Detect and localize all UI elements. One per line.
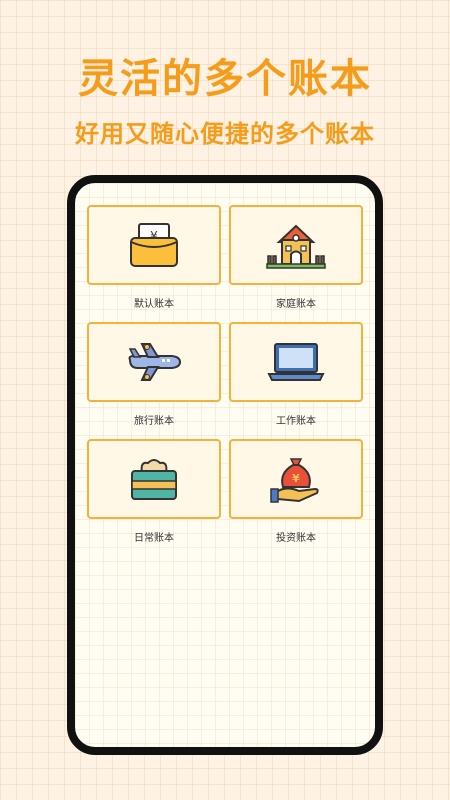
- phone-frame: ¥ 默认账本 家庭账本 旅行账本 工作账本 日常账本 ¥ 投资账本: [67, 175, 383, 755]
- ledger-investment[interactable]: ¥ 投资账本: [229, 439, 363, 556]
- ledger-daily[interactable]: 日常账本: [87, 439, 221, 556]
- ledger-label: 日常账本: [134, 533, 174, 544]
- tissue-box-icon: [131, 459, 177, 500]
- subline: 好用又随心便捷的多个账本: [75, 120, 375, 148]
- ledger-label: 默认账本: [134, 299, 174, 310]
- ledger-default[interactable]: ¥ 默认账本: [87, 205, 221, 322]
- wallet-icon: ¥: [130, 223, 178, 267]
- bag-yen-symbol: ¥: [292, 472, 300, 485]
- laptop-icon: [267, 343, 325, 381]
- ledger-label: 投资账本: [276, 533, 316, 544]
- ledger-label: 旅行账本: [134, 416, 174, 427]
- ledger-card[interactable]: [229, 205, 363, 285]
- ledger-card[interactable]: [229, 322, 363, 402]
- ledger-family[interactable]: 家庭账本: [229, 205, 363, 322]
- airplane-icon: [128, 343, 182, 381]
- ledger-grid: ¥ 默认账本 家庭账本 旅行账本 工作账本 日常账本 ¥ 投资账本: [87, 205, 363, 556]
- ledger-work[interactable]: 工作账本: [229, 322, 363, 439]
- ledger-card[interactable]: ¥: [87, 205, 221, 285]
- ledger-label: 家庭账本: [276, 299, 316, 310]
- ledger-label: 工作账本: [276, 416, 316, 427]
- money-bag-hand-icon: ¥: [270, 458, 319, 503]
- ledger-card[interactable]: [87, 439, 221, 519]
- ledger-card[interactable]: ¥: [229, 439, 363, 519]
- ledger-card[interactable]: [87, 322, 221, 402]
- headline: 灵活的多个账本: [78, 56, 372, 102]
- ledger-travel[interactable]: 旅行账本: [87, 322, 221, 439]
- house-icon: [266, 224, 326, 269]
